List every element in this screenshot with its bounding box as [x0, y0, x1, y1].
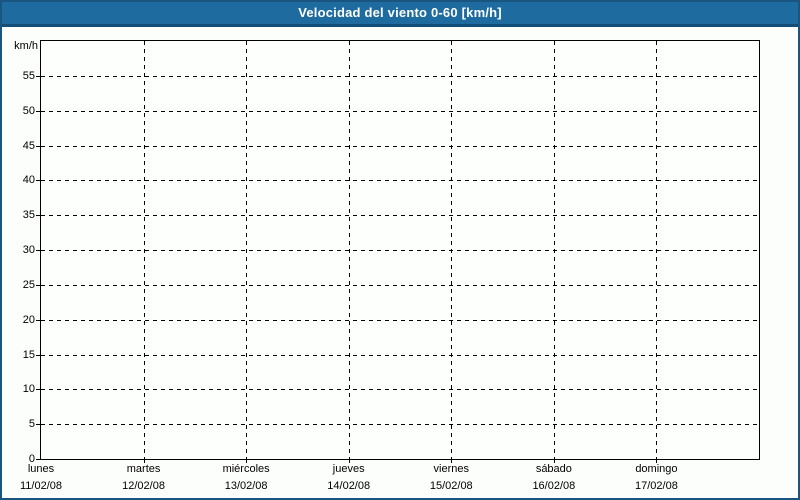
y-axis-tick-mark — [36, 424, 40, 425]
y-axis-tick-label: 10 — [2, 382, 35, 396]
y-axis-tick-mark — [36, 389, 40, 390]
plot-area — [40, 40, 760, 460]
y-axis-tick-label: 15 — [2, 348, 35, 362]
x-tick-day-name: viernes — [396, 462, 506, 477]
x-axis-tick-label: jueves 14/02/08 — [294, 462, 404, 494]
y-axis-tick-mark — [36, 320, 40, 321]
y-axis-tick-mark — [36, 111, 40, 112]
x-axis-tick-label: domingo 17/02/08 — [601, 462, 711, 494]
y-axis-tick-label: 30 — [2, 243, 35, 257]
gridline-vertical — [656, 41, 657, 459]
x-axis-tick-mark — [246, 459, 247, 463]
gridline-horizontal — [41, 355, 759, 356]
gridline-horizontal — [41, 320, 759, 321]
x-tick-day-name: domingo — [601, 462, 711, 477]
x-tick-day-name: martes — [89, 462, 199, 477]
gridline-vertical — [246, 41, 247, 459]
x-tick-day-name: miércoles — [191, 462, 301, 477]
y-axis-tick-mark — [36, 355, 40, 356]
x-tick-date: 11/02/08 — [0, 479, 96, 494]
y-axis-tick-label: 45 — [2, 139, 35, 153]
x-axis-tick-label: viernes 15/02/08 — [396, 462, 506, 494]
gridline-horizontal — [41, 424, 759, 425]
x-axis-tick-mark — [144, 459, 145, 463]
chart-canvas: km/h 0510152025303540455055lunes11/02/08… — [2, 2, 798, 498]
y-axis-unit-label: km/h — [2, 40, 38, 53]
gridline-vertical — [144, 41, 145, 459]
x-axis-tick-mark — [656, 459, 657, 463]
x-tick-date: 17/02/08 — [601, 479, 711, 494]
gridline-vertical — [554, 41, 555, 459]
y-axis-tick-mark — [36, 76, 40, 77]
x-tick-date: 12/02/08 — [89, 479, 199, 494]
y-axis-tick-label: 35 — [2, 208, 35, 222]
y-axis-tick-mark — [36, 459, 40, 460]
gridline-horizontal — [41, 250, 759, 251]
gridline-horizontal — [41, 180, 759, 181]
y-axis-tick-mark — [36, 146, 40, 147]
gridline-horizontal — [41, 76, 759, 77]
y-axis-tick-label: 55 — [2, 69, 35, 83]
y-axis-tick-label: 40 — [2, 173, 35, 187]
x-axis-tick-mark — [349, 459, 350, 463]
gridline-horizontal — [41, 146, 759, 147]
x-tick-day-name: sábado — [499, 462, 609, 477]
y-axis-tick-mark — [36, 285, 40, 286]
y-axis-tick-label: 25 — [2, 278, 35, 292]
x-tick-date: 16/02/08 — [499, 479, 609, 494]
x-axis-tick-mark — [554, 459, 555, 463]
gridline-horizontal — [41, 285, 759, 286]
gridline-vertical — [349, 41, 350, 459]
chart-window: Velocidad del viento 0-60 [km/h] km/h 05… — [0, 0, 800, 500]
y-axis-tick-mark — [36, 215, 40, 216]
x-tick-date: 14/02/08 — [294, 479, 404, 494]
y-axis-tick-label: 20 — [2, 313, 35, 327]
x-axis-tick-label: lunes 11/02/08 — [0, 462, 96, 494]
y-axis-tick-label: 50 — [2, 104, 35, 118]
gridline-vertical — [451, 41, 452, 459]
x-axis-tick-label: sábado 16/02/08 — [499, 462, 609, 494]
x-tick-date: 15/02/08 — [396, 479, 506, 494]
y-axis-tick-mark — [36, 250, 40, 251]
x-axis-tick-label: martes 12/02/08 — [89, 462, 199, 494]
x-tick-day-name: lunes — [0, 462, 96, 477]
gridline-horizontal — [41, 111, 759, 112]
x-tick-day-name: jueves — [294, 462, 404, 477]
gridline-horizontal — [41, 215, 759, 216]
y-axis-tick-mark — [36, 180, 40, 181]
y-axis-tick-label: 5 — [2, 417, 35, 431]
x-axis-tick-mark — [451, 459, 452, 463]
x-axis-tick-label: miércoles 13/02/08 — [191, 462, 301, 494]
x-tick-date: 13/02/08 — [191, 479, 301, 494]
gridline-horizontal — [41, 389, 759, 390]
